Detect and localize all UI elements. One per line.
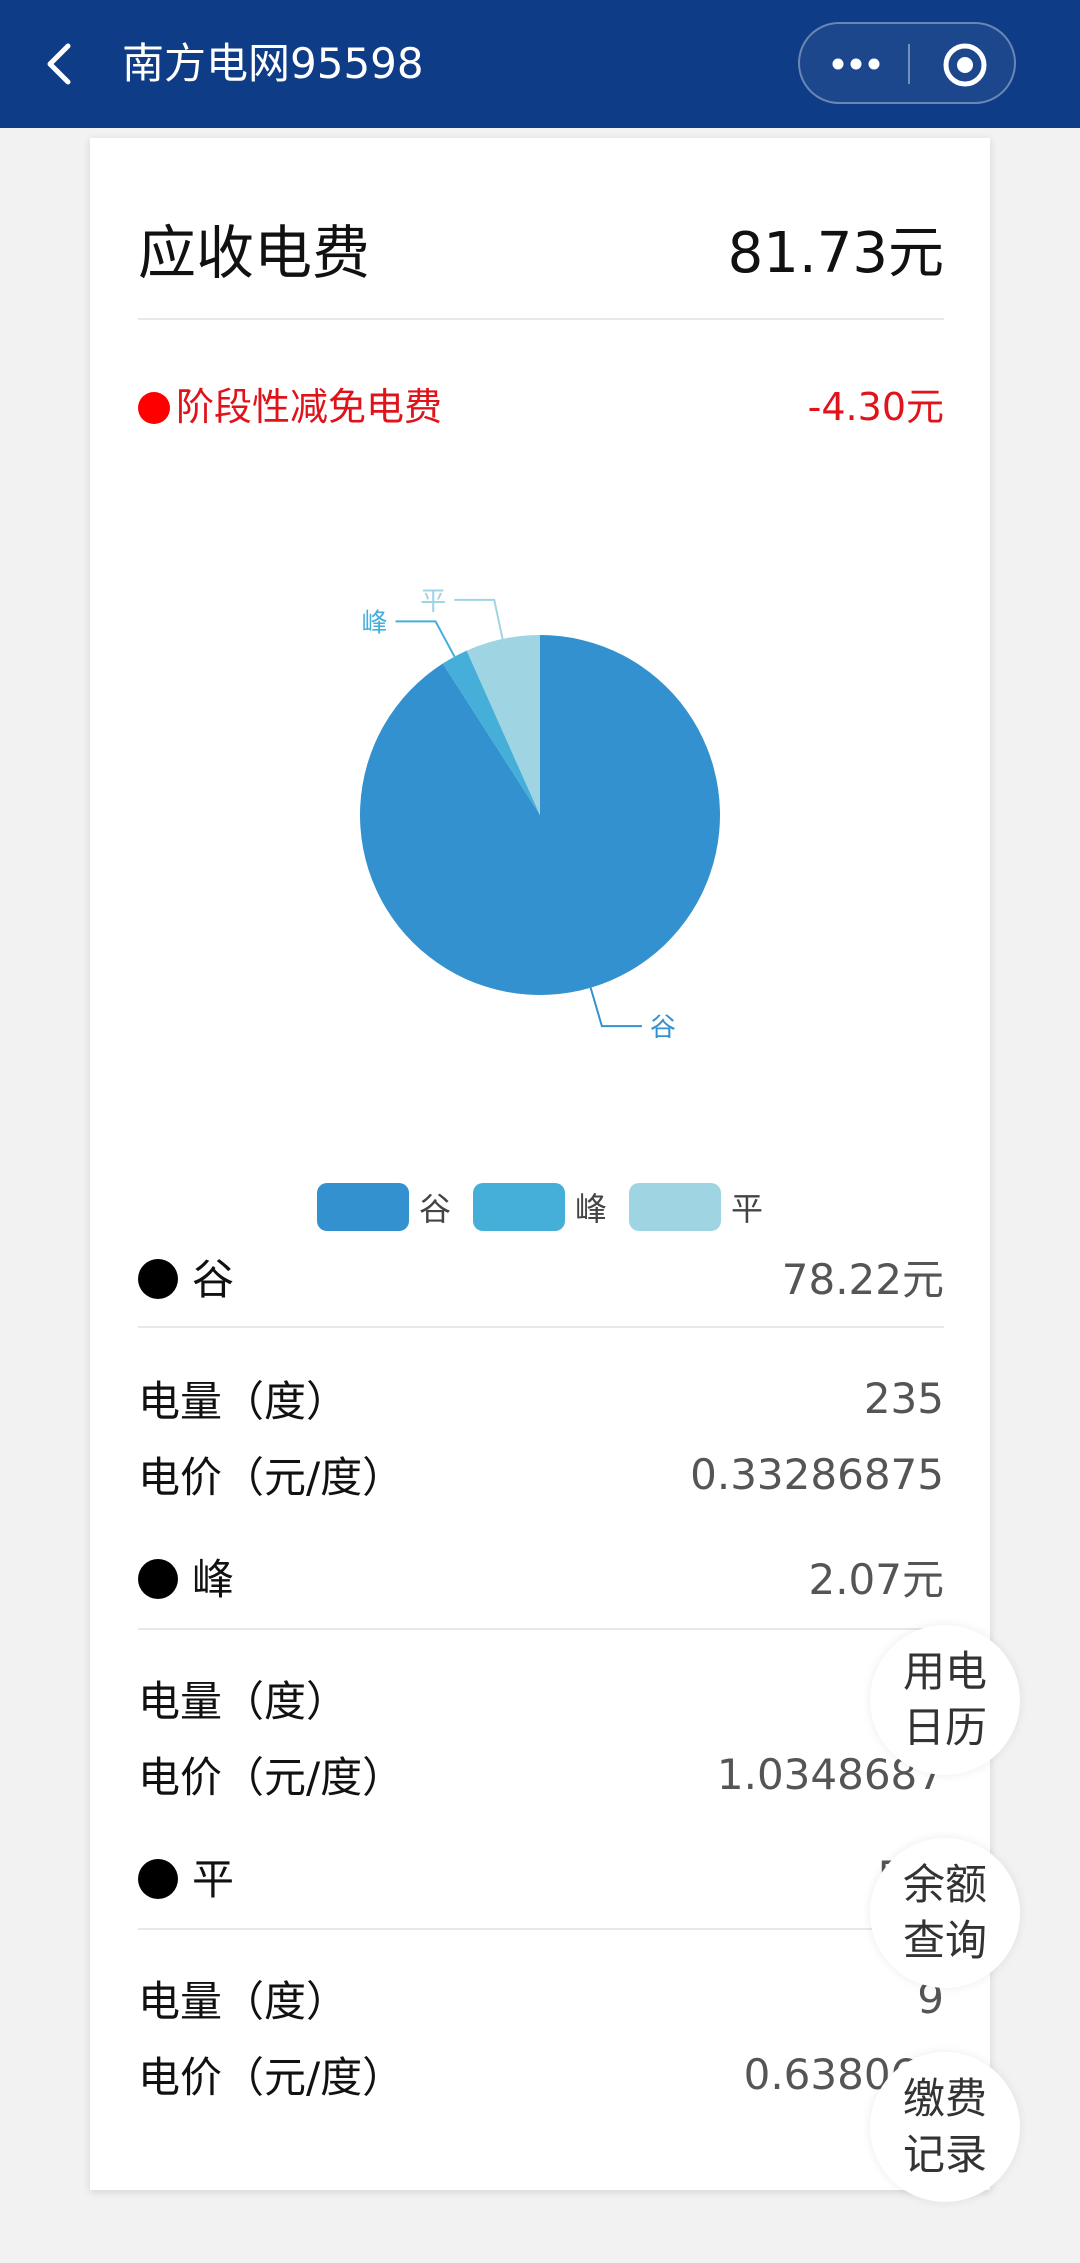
legend-label: 峰: [574, 1190, 607, 1228]
legend-item-ping[interactable]: 平: [629, 1183, 763, 1231]
pie-leader-line-1: [395, 620, 456, 658]
price-label: 电价（元/度）: [138, 2052, 405, 2102]
section-label: 平: [138, 1846, 234, 1907]
target-icon[interactable]: [940, 40, 990, 90]
pie-label-0: 谷: [650, 1013, 676, 1038]
nav-bar: 南方电网95598: [0, 0, 1080, 128]
float-button-label: 查询: [902, 1916, 987, 1965]
calendar-float-button[interactable]: 用电 日历: [870, 1625, 1020, 1775]
balance-float-button[interactable]: 余额 查询: [870, 1838, 1020, 1988]
float-button-label: 缴费: [902, 2074, 987, 2123]
pie-label-2: 平: [420, 587, 446, 617]
section-amount: 2.07元: [808, 1554, 944, 1604]
page-title: 南方电网95598: [122, 39, 424, 88]
float-button-label: 余额: [902, 1860, 987, 1909]
qty-row: 电量（度）: [138, 1668, 944, 1728]
qty-value: 235: [863, 1373, 944, 1423]
bill-card: 应收电费 81.73元 阶段性减免电费 -4.30元 谷峰平 谷 峰 平 谷 7…: [90, 138, 990, 2190]
pie-label-1: 峰: [362, 608, 388, 638]
price-label: 电价（元/度）: [138, 1752, 405, 1802]
chevron-left-icon[interactable]: [38, 40, 86, 88]
payment-float-button[interactable]: 缴费 记录: [870, 2052, 1020, 2202]
section-label: 峰: [138, 1546, 234, 1607]
section-name: 谷: [192, 1254, 235, 1304]
qty-row: 电量（度） 9: [138, 1968, 944, 2028]
legend-swatch: [629, 1183, 721, 1231]
price-row: 电价（元/度） 0.638061: [138, 2044, 944, 2104]
section-label: 谷: [138, 1246, 234, 1307]
qty-row: 电量（度） 235: [138, 1368, 944, 1428]
divider: [138, 1326, 944, 1328]
section-name: 平: [192, 1854, 235, 1904]
legend-label: 谷: [418, 1190, 451, 1228]
pie-chart: 谷 峰 平: [359, 587, 721, 1038]
price-row: 电价（元/度） 1.0348687: [138, 1744, 944, 1804]
bullet-icon: [138, 1558, 178, 1599]
section-header-feng: 峰 2.07元: [138, 1546, 944, 1606]
price-label: 电价（元/度）: [138, 1452, 405, 1502]
pie-leader-line-0: [589, 987, 642, 1028]
bullet-icon: [138, 1258, 178, 1299]
qty-label: 电量（度）: [138, 1676, 349, 1726]
legend-item-feng[interactable]: 峰: [472, 1183, 607, 1231]
float-button-label: 用电: [902, 1647, 987, 1696]
legend-item-gu[interactable]: 谷: [316, 1183, 451, 1231]
price-row: 电价（元/度） 0.33286875: [138, 1444, 944, 1504]
divider: [138, 1628, 944, 1630]
chart-legend: 谷 峰 平: [90, 1183, 990, 1231]
divider: [138, 1928, 944, 1930]
float-button-label: 日历: [902, 1703, 987, 1752]
section-header-ping: 平 5.7: [138, 1846, 944, 1906]
legend-label: 平: [731, 1190, 764, 1228]
legend-swatch: [316, 1183, 409, 1231]
bullet-icon: [138, 1858, 178, 1899]
qty-label: 电量（度）: [138, 1976, 349, 2026]
pie-leader-line-2: [454, 598, 504, 640]
price-value: 0.33286875: [690, 1449, 944, 1499]
more-icon[interactable]: [830, 50, 882, 78]
section-header-gu: 谷 78.22元: [138, 1246, 944, 1306]
section-name: 峰: [192, 1554, 235, 1604]
mini-program-capsule: [798, 22, 1016, 104]
qty-label: 电量（度）: [138, 1376, 349, 1426]
legend-swatch: [472, 1183, 565, 1231]
capsule-divider: [908, 44, 910, 84]
float-button-label: 记录: [902, 2130, 987, 2179]
section-amount: 78.22元: [781, 1254, 944, 1304]
